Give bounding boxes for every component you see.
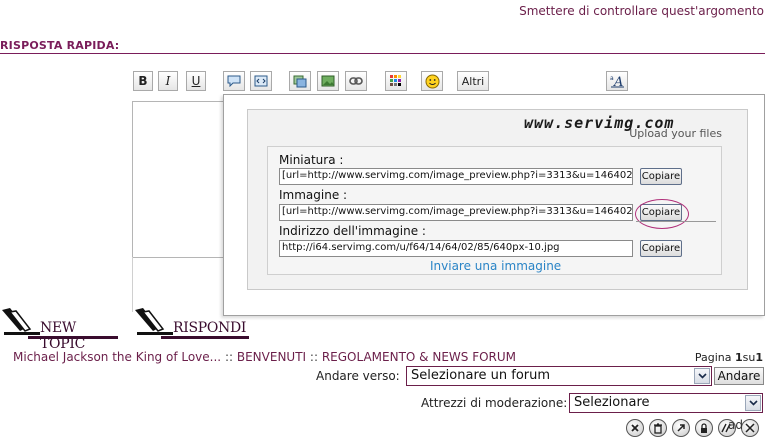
picture-icon (321, 75, 335, 87)
copy-address-button[interactable]: Copiare (640, 240, 682, 257)
go-button[interactable]: Andare (714, 367, 764, 385)
jump-label: Andare verso: (316, 369, 400, 383)
svg-text:a: a (610, 75, 614, 82)
image-input[interactable]: [url=http://www.servimg.com/image_previe… (279, 204, 633, 221)
send-image-link[interactable]: Inviare una immagine (430, 259, 561, 273)
stop-watching-link[interactable]: Smettere di controllare quest'argomento (519, 4, 764, 18)
reply-button[interactable]: RISPONDI (133, 306, 251, 339)
servimg-logo: www.servimg.com Upload your files (524, 114, 724, 140)
image-label: Immagine : (279, 188, 348, 202)
upload-image-button[interactable] (289, 71, 311, 91)
header-divider (0, 53, 765, 54)
trash-icon[interactable] (649, 419, 667, 437)
copy-thumbnail-button[interactable]: Copiare (640, 168, 682, 185)
link-button[interactable] (345, 71, 367, 91)
smiley-button[interactable] (421, 71, 443, 91)
field-divider (636, 221, 716, 222)
pagination-middle: su (742, 351, 756, 364)
pagination: Pagina 1su1 (695, 351, 763, 364)
color-button[interactable] (385, 71, 407, 91)
quick-reply-heading: RISPOSTA RAPIDA: (0, 39, 120, 52)
italic-button[interactable]: I (158, 71, 178, 91)
moderation-overlay-text: ad (728, 418, 743, 432)
font-size-button[interactable]: Aa (606, 71, 628, 91)
moderation-label: Attrezzi di moderazione: (421, 396, 568, 410)
smiley-icon (425, 74, 439, 88)
logo-tagline: Upload your files (629, 127, 722, 140)
move-icon[interactable] (672, 419, 690, 437)
chevron-down-icon[interactable] (745, 395, 761, 411)
chain-link-icon (349, 77, 363, 85)
merge-icon[interactable] (741, 419, 759, 437)
highlight-circle (635, 199, 689, 229)
images-icon (293, 75, 307, 87)
color-palette-icon (390, 75, 401, 86)
breadcrumb: Michael Jackson the King of Love... :: B… (13, 350, 516, 364)
code-button[interactable] (250, 71, 272, 91)
more-button[interactable]: Altri (457, 71, 489, 91)
code-icon (254, 75, 268, 87)
breadcrumb-forum[interactable]: BENVENUTI (237, 350, 306, 364)
new-topic-icon (2, 308, 40, 335)
message-textarea[interactable] (132, 101, 236, 258)
moderation-select-value: Selezionare (574, 395, 650, 410)
delete-icon[interactable] (626, 419, 644, 437)
speech-bubble-icon (227, 75, 241, 87)
breadcrumb-separator: :: (224, 350, 234, 364)
breadcrumb-separator: :: (309, 350, 318, 364)
address-input[interactable]: http://i64.servimg.com/u/f64/14/64/02/85… (279, 240, 633, 257)
address-label: Indirizzo dell'immagine : (279, 224, 426, 238)
reply-underline (161, 336, 249, 339)
bold-button[interactable]: B (133, 71, 153, 91)
chevron-down-icon[interactable] (694, 368, 710, 384)
svg-text:A: A (613, 75, 623, 88)
lock-icon[interactable] (695, 419, 713, 437)
new-topic-button[interactable]: NEW TOPIC (0, 306, 120, 352)
moderation-select[interactable]: Selezionare (569, 393, 763, 413)
forum-select[interactable]: Selezionare un forum (406, 366, 712, 386)
new-topic-underline (28, 336, 118, 339)
reply-icon (135, 308, 173, 335)
pagination-current: 1 (734, 351, 743, 364)
reply-label: RISPONDI (173, 320, 247, 336)
thumbnail-input[interactable]: [url=http://www.servimg.com/image_previe… (279, 168, 633, 185)
editor-border (132, 257, 236, 312)
pagination-prefix: Pagina (694, 351, 732, 364)
breadcrumb-topic[interactable]: Michael Jackson the King of Love... (13, 350, 221, 364)
font-a-icon: Aa (610, 75, 624, 88)
pagination-total: 1 (755, 351, 763, 364)
breadcrumb-subforum[interactable]: REGOLAMENTO & NEWS FORUM (322, 350, 516, 364)
image-button[interactable] (317, 71, 339, 91)
thumbnail-label: Miniatura : (279, 153, 344, 167)
underline-button[interactable]: U (186, 71, 206, 91)
quote-button[interactable] (223, 71, 245, 91)
forum-select-value: Selezionare un forum (411, 368, 551, 383)
